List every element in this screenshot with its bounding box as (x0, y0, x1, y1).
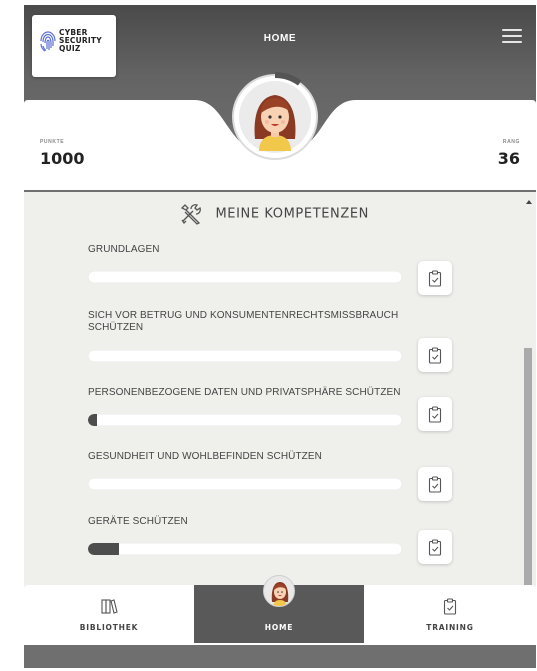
page-frame: CYBER SECURITY QUIZ HOME PUNKTE 1000 RAN… (0, 0, 537, 671)
competence-label: GERÄTE SCHÜTZEN (88, 516, 188, 527)
books-icon (101, 599, 118, 614)
competence-quiz-button[interactable] (418, 467, 452, 501)
competence-label: PERSONENBEZOGENE DATEN UND PRIVATSPHÄRE … (88, 387, 401, 398)
competence-progress-bar (88, 414, 402, 426)
competence-label: GESUNDHEIT UND WOHLBEFINDEN SCHÜTZEN (88, 451, 322, 462)
app-logo[interactable]: CYBER SECURITY QUIZ (32, 15, 116, 77)
clipboard-icon (428, 476, 442, 493)
competence-progress-bar (88, 350, 402, 362)
competences-panel: MEINE KOMPETENZEN GRUNDLAGEN SICH VOR BET… (24, 192, 536, 590)
competence-item: PERSONENBEZOGENE DATEN UND PRIVATSPHÄRE … (88, 387, 468, 431)
competence-quiz-button[interactable] (418, 261, 452, 295)
points-value: 1000 (40, 149, 85, 168)
tools-icon (180, 204, 201, 225)
avatar[interactable] (227, 69, 323, 165)
clipboard-icon (443, 598, 457, 615)
competence-item: GESUNDHEIT UND WOHLBEFINDEN SCHÜTZEN (88, 451, 468, 501)
rank-label: RANG (502, 139, 520, 145)
competence-quiz-button[interactable] (418, 338, 452, 372)
competence-label: SICH VOR BETRUG UND KONSUMENTENRECHTSMIS… (88, 310, 399, 333)
competence-item: GRUNDLAGEN (88, 244, 468, 295)
competence-quiz-button[interactable] (418, 530, 452, 564)
avatar-progress-ring (232, 72, 318, 160)
hamburger-menu-icon[interactable] (502, 29, 522, 45)
app-window: CYBER SECURITY QUIZ HOME PUNKTE 1000 RAN… (24, 5, 536, 668)
tab-bibliothek[interactable]: BIBLIOTHEK (24, 585, 194, 643)
competence-progress-bar (88, 543, 402, 555)
page-title: HOME (263, 33, 297, 44)
clipboard-icon (428, 347, 442, 364)
competences-header: MEINE KOMPETENZEN (24, 203, 524, 225)
clipboard-icon (428, 406, 442, 423)
tab-label: BIBLIOTHEK (79, 623, 139, 632)
tab-label: HOME (264, 623, 294, 632)
scrollbar-thumb[interactable] (524, 348, 532, 590)
points-label: PUNKTE (40, 139, 65, 145)
progress-fill (88, 414, 98, 426)
rank-value: 36 (497, 149, 520, 168)
competence-label: GRUNDLAGEN (88, 244, 160, 255)
competences-title: MEINE KOMPETENZEN (215, 206, 370, 222)
tab-label: TRAINING (426, 623, 474, 632)
competence-quiz-button[interactable] (418, 397, 452, 431)
progress-fill (88, 543, 120, 555)
competence-item: SICH VOR BETRUG UND KONSUMENTENRECHTSMIS… (88, 310, 468, 372)
scroll-up-arrow-icon[interactable] (526, 200, 532, 204)
home-avatar-icon[interactable] (263, 575, 295, 607)
clipboard-icon (428, 270, 442, 287)
competence-progress-bar (88, 271, 402, 283)
clipboard-icon (428, 539, 442, 556)
competence-item: GERÄTE SCHÜTZEN (88, 516, 468, 564)
competence-progress-bar (88, 478, 402, 490)
tab-training[interactable]: TRAINING (364, 585, 536, 643)
